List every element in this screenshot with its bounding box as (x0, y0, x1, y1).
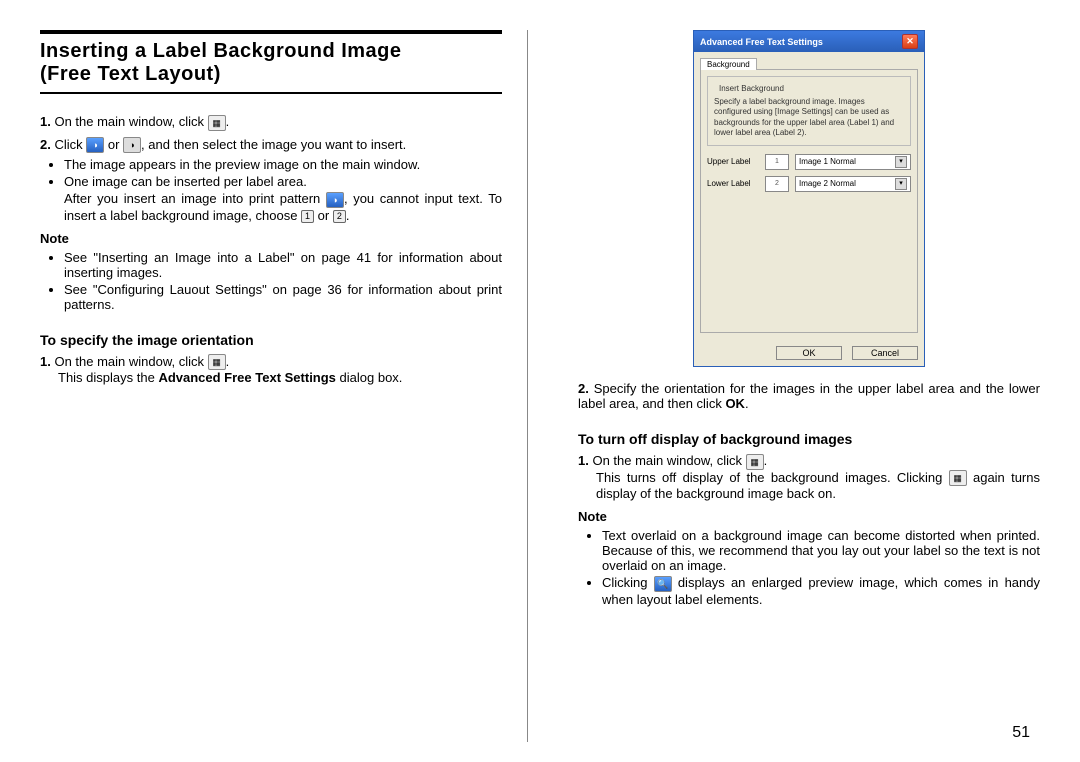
orient-text: On the main window, click (54, 354, 207, 369)
thumb-1-icon: 1 (765, 154, 789, 170)
pattern-icon: ◑ (326, 192, 344, 208)
dialog-title: Advanced Free Text Settings (700, 37, 823, 47)
subheading-orientation: To specify the image orientation (40, 332, 502, 348)
b3a: After you insert an image into print pat… (64, 191, 326, 206)
insert-background-group: Insert Background Specify a label backgr… (707, 76, 911, 146)
b3c: . (346, 208, 350, 223)
rule-top (40, 30, 502, 34)
advanced-free-text-settings-dialog: Advanced Free Text Settings ✕ Background… (693, 30, 925, 367)
step2-mid: or (104, 137, 123, 152)
bg-toggle-icon: ▦ (949, 470, 967, 486)
pattern-2-icon: 2 (333, 210, 346, 223)
dialog-titlebar: Advanced Free Text Settings ✕ (694, 31, 924, 52)
step2-sub-bullets: The image appears in the preview image o… (64, 157, 502, 223)
group-legend: Insert Background (716, 84, 787, 93)
lower-label-dropdown[interactable]: Image 2 Normal ▾ (795, 176, 911, 192)
left-column: Inserting a Label Background Image (Free… (40, 30, 528, 742)
document-page: Inserting a Label Background Image (Free… (0, 0, 1080, 762)
window-icon: ▦ (208, 115, 226, 131)
step2-text: Specify the orientation for the images i… (578, 381, 1040, 411)
sub-bold: Advanced Free Text Settings (158, 370, 335, 385)
lower-label: Lower Label (707, 179, 759, 188)
dialog-buttons: OK Cancel (694, 340, 924, 366)
off-sub: This turns off display of the background… (596, 470, 1040, 502)
tab-background[interactable]: Background (700, 58, 757, 70)
sub-a: This displays the (58, 370, 158, 385)
step-1: 1. On the main window, click ▦. (40, 114, 502, 131)
dropdown-value: Image 1 Normal (799, 157, 856, 166)
note-list: See "Inserting an Image into a Label" on… (64, 250, 502, 312)
chevron-down-icon: ▾ (895, 178, 907, 190)
upper-label-dropdown[interactable]: Image 1 Normal ▾ (795, 154, 911, 170)
bullet: The image appears in the preview image o… (64, 157, 502, 172)
title-line1: Inserting a Label Background Image (40, 40, 402, 62)
image-icon-off: ◑ (123, 137, 141, 153)
step-num: 1. (578, 453, 589, 468)
nb2a: Clicking (602, 575, 654, 590)
note-heading: Note (40, 231, 502, 246)
bullet: One image can be inserted per label area… (64, 174, 502, 189)
tab-panel: Insert Background Specify a label backgr… (700, 69, 918, 333)
zoom-icon: 🔍 (654, 576, 672, 592)
upper-label: Upper Label (707, 157, 759, 166)
dialog-body: Background Insert Background Specify a l… (694, 52, 924, 340)
close-icon[interactable]: ✕ (902, 34, 918, 49)
step2-suffix: , and then select the image you want to … (141, 137, 406, 152)
ok-text: OK (725, 396, 745, 411)
step-num: 1. (40, 354, 51, 369)
step-text: On the main window, click (54, 114, 207, 129)
orient-step-1: 1. On the main window, click ▦. This dis… (40, 354, 502, 386)
upper-label-row: Upper Label 1 Image 1 Normal ▾ (707, 154, 911, 170)
bg-toggle-icon: ▦ (746, 454, 764, 470)
step2-tail: . (745, 396, 749, 411)
step-tail: . (226, 114, 230, 129)
image-icon-on: ◑ (86, 137, 104, 153)
step-num: 2. (578, 381, 589, 396)
step-num: 1. (40, 114, 51, 129)
orient-tail: . (226, 354, 230, 369)
off-step-1: 1. On the main window, click ▦. This tur… (578, 453, 1040, 501)
sub-tail: dialog box. (336, 370, 403, 385)
note-item: Clicking 🔍 displays an enlarged preview … (602, 575, 1040, 607)
rule-bottom (40, 92, 502, 94)
or: or (314, 208, 333, 223)
step2-prefix: Click (54, 137, 86, 152)
thumb-2-icon: 2 (765, 176, 789, 192)
page-title: Inserting a Label Background Image (Free… (40, 40, 502, 86)
right-column: Advanced Free Text Settings ✕ Background… (558, 30, 1040, 742)
pattern-1-icon: 1 (301, 210, 314, 223)
title-line2: (Free Text Layout) (40, 63, 221, 85)
orient-sub: This displays the Advanced Free Text Set… (58, 370, 502, 385)
off-tail: . (764, 453, 768, 468)
cancel-button[interactable]: Cancel (852, 346, 918, 360)
bullet: After you insert an image into print pat… (64, 191, 502, 223)
subheading-turn-off: To turn off display of background images (578, 431, 1040, 447)
chevron-down-icon: ▾ (895, 156, 907, 168)
dropdown-value: Image 2 Normal (799, 179, 856, 188)
note-item: Text overlaid on a background image can … (602, 528, 1040, 573)
note-heading: Note (578, 509, 1040, 524)
right-step-2: 2. Specify the orientation for the image… (578, 381, 1040, 411)
note-item: See "Configuring Lauout Settings" on pag… (64, 282, 502, 312)
settings-icon: ▦ (208, 354, 226, 370)
lower-label-row: Lower Label 2 Image 2 Normal ▾ (707, 176, 911, 192)
step-2: 2. Click ◑ or ◑, and then select the ima… (40, 137, 502, 223)
off-text: On the main window, click (592, 453, 745, 468)
step-num: 2. (40, 137, 51, 152)
page-number: 51 (1012, 724, 1030, 742)
note-item: See "Inserting an Image into a Label" on… (64, 250, 502, 280)
sub1: This turns off display of the background… (596, 470, 949, 485)
ok-button[interactable]: OK (776, 346, 842, 360)
note-list: Text overlaid on a background image can … (602, 528, 1040, 607)
group-desc: Specify a label background image. Images… (714, 97, 904, 139)
